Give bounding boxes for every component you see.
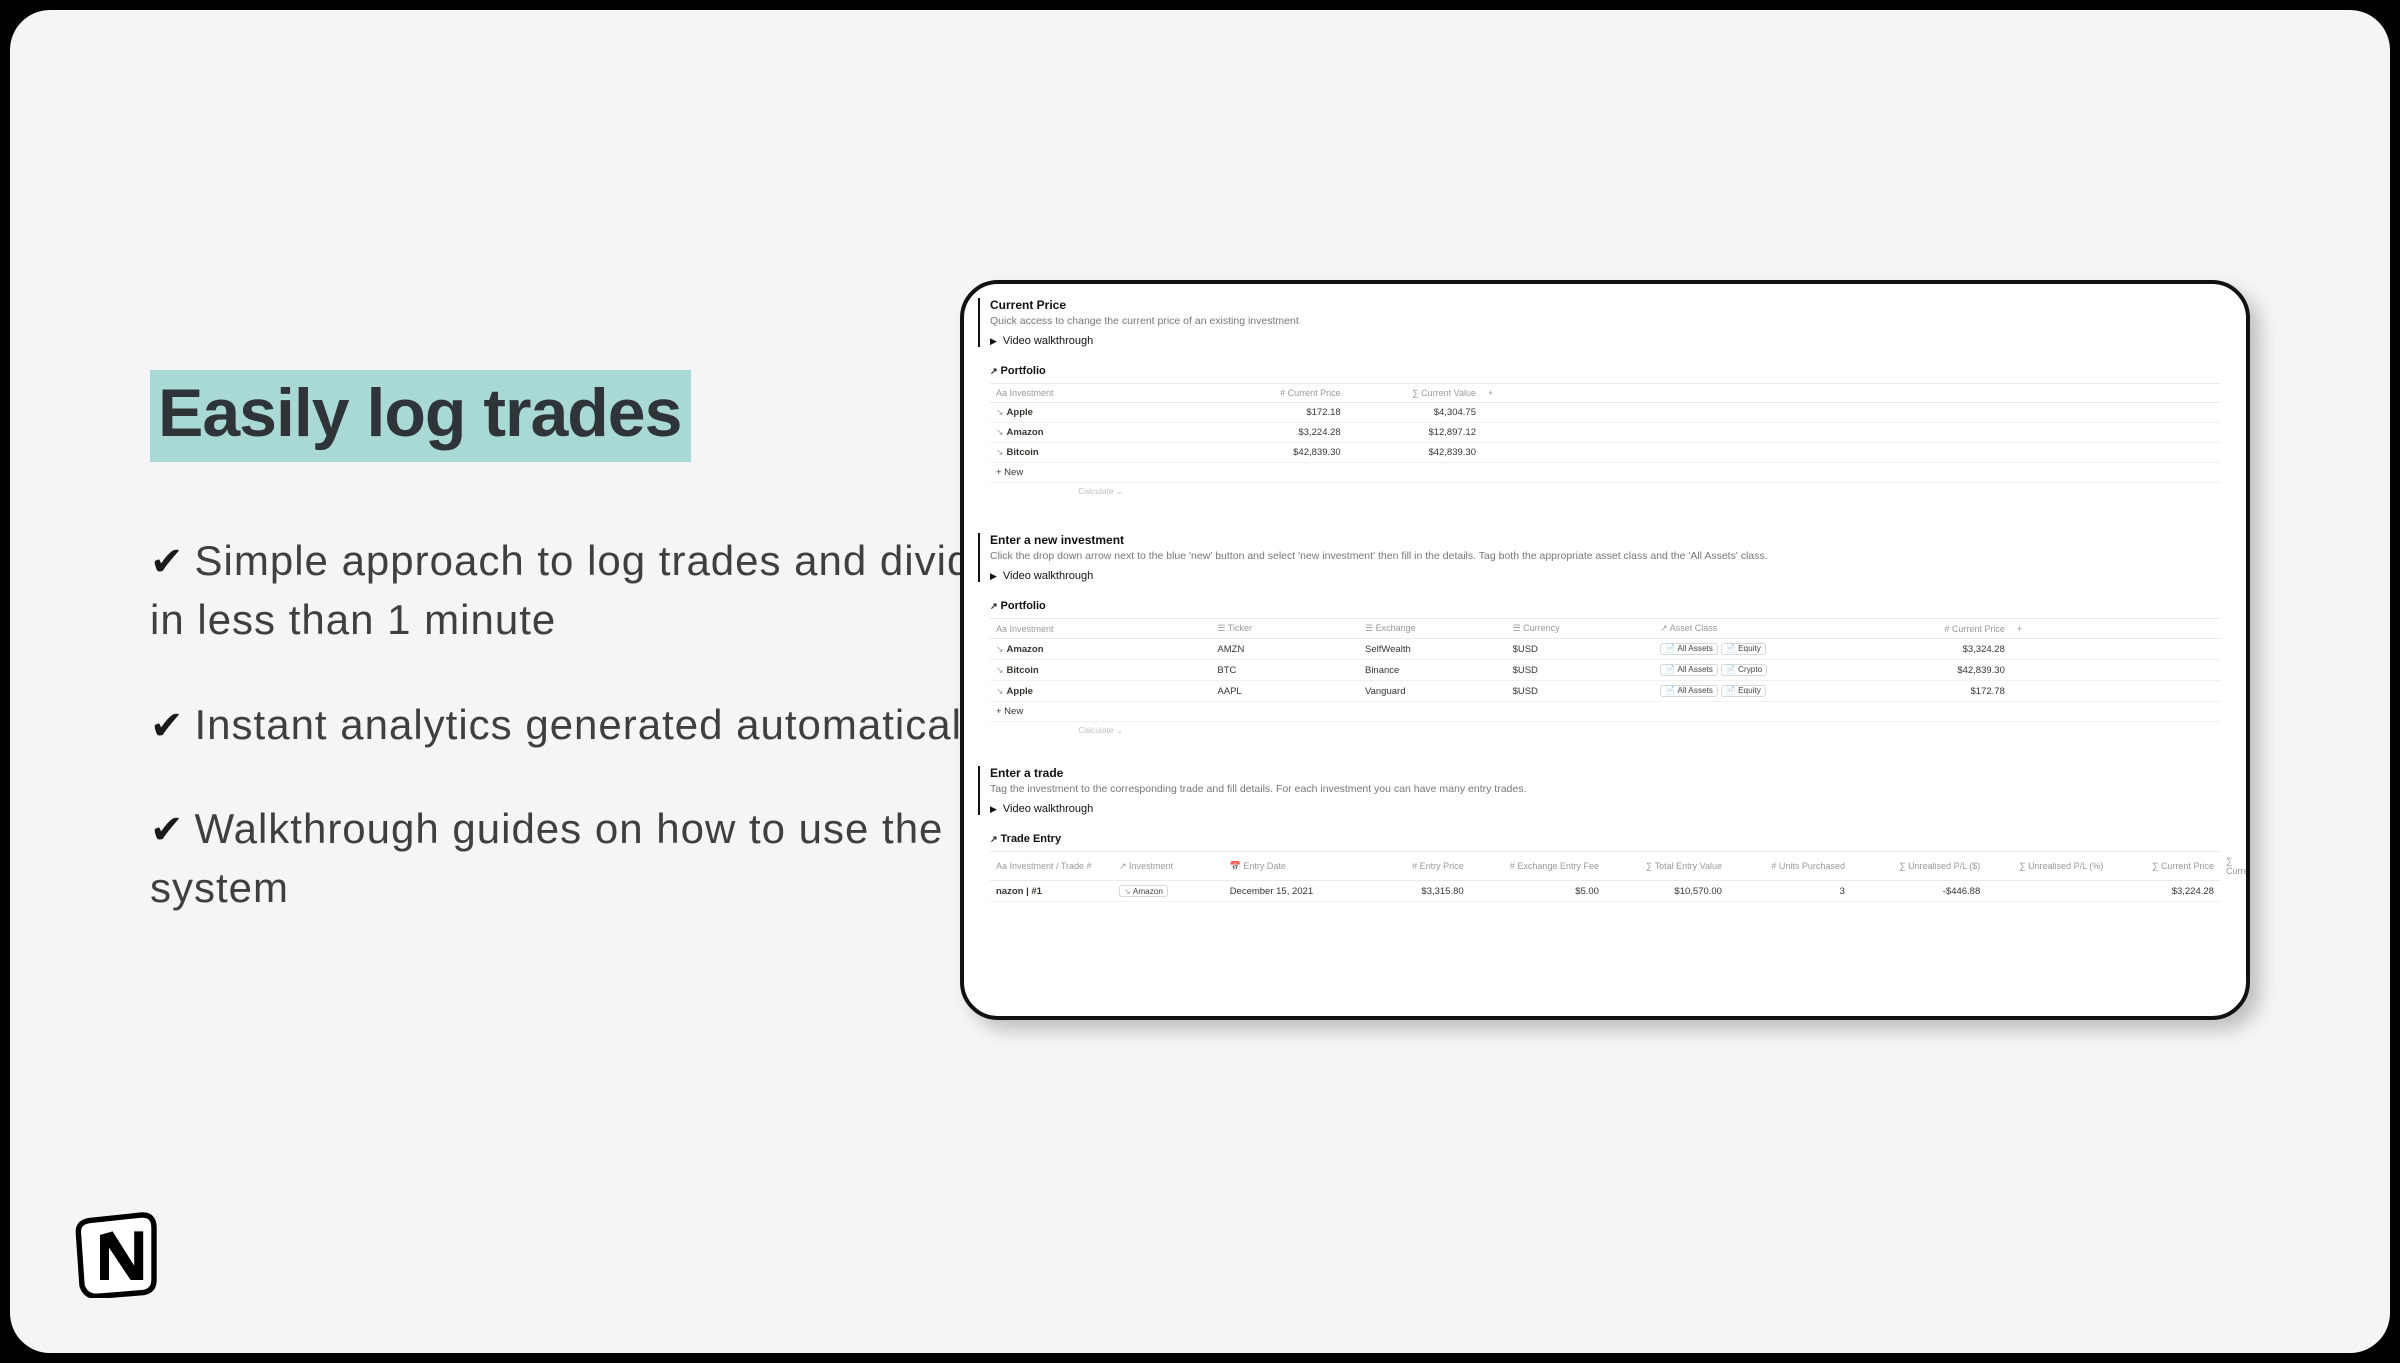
col-units[interactable]: # Units Purchased <box>1728 852 1851 881</box>
trade-entry-table: Aa Investment / Trade # ↗ Investment 📅 E… <box>990 851 2220 902</box>
col-current-value[interactable]: ∑ Current Value <box>1347 384 1482 403</box>
link-icon: ↗ <box>990 601 998 611</box>
col-exchange[interactable]: ☰ Exchange <box>1359 619 1507 639</box>
bullet-1: ✔Simple approach to log trades and divid… <box>150 532 1072 650</box>
check-icon: ✔ <box>150 802 185 858</box>
chevron-right-icon: ▶ <box>990 336 997 347</box>
col-upl-pct[interactable]: ∑ Unrealised P/L (%) <box>1986 852 2109 881</box>
db-title-text: Trade Entry <box>1001 833 1062 845</box>
slide: Easily log trades ✔Simple approach to lo… <box>10 10 2390 1353</box>
table-row[interactable]: nazon | #1 ↘Amazon December 15, 2021 $3,… <box>990 881 2220 902</box>
portfolio-table-2: Aa Investment ☰ Ticker ☰ Exchange ☰ Curr… <box>990 618 2220 722</box>
section-subtitle: Tag the investment to the corresponding … <box>990 783 2220 795</box>
check-icon: ✔ <box>150 534 185 590</box>
table-row[interactable]: ↘Bitcoin$42,839.30$42,839.30 <box>990 443 2220 463</box>
bullet-3: ✔Walkthrough guides on how to use the sy… <box>150 800 1072 918</box>
col-exchange-fee[interactable]: # Exchange Entry Fee <box>1470 852 1605 881</box>
table-row[interactable]: ↘Bitcoin BTC Binance $USD 📄All Assets📄Cr… <box>990 660 2220 681</box>
col-total-entry[interactable]: ∑ Total Entry Value <box>1605 852 1728 881</box>
table-row[interactable]: ↘Apple$172.18$4,304.75 <box>990 403 2220 423</box>
new-row[interactable]: + New <box>990 463 1211 483</box>
section-subtitle: Click the drop down arrow next to the bl… <box>990 550 2220 562</box>
video-link-text: Video walkthrough <box>1003 570 1093 582</box>
col-ticker[interactable]: ☰ Ticker <box>1211 619 1359 639</box>
chevron-right-icon: ▶ <box>990 804 997 815</box>
db-header-portfolio-1[interactable]: ↗Portfolio <box>990 365 2220 377</box>
page-icon: ↘ <box>996 686 1004 696</box>
chevron-right-icon: ▶ <box>990 571 997 582</box>
section-enter-investment: Enter a new investment Click the drop do… <box>978 533 2220 582</box>
section-title: Current Price <box>990 298 2220 312</box>
table-row[interactable]: ↘Amazon$3,224.28$12,897.12 <box>990 423 2220 443</box>
section-enter-trade: Enter a trade Tag the investment to the … <box>978 766 2220 815</box>
col-entry-date[interactable]: 📅 Entry Date <box>1224 852 1359 881</box>
col-trade-num[interactable]: Aa Investment / Trade # <box>990 852 1113 881</box>
link-icon: ↗ <box>990 834 998 844</box>
notion-logo <box>70 1208 166 1303</box>
link-icon: ↗ <box>990 366 998 376</box>
check-icon: ✔ <box>150 698 185 754</box>
bullet-list: ✔Simple approach to log trades and divid… <box>150 532 1072 918</box>
section-current-price: Current Price Quick access to change the… <box>978 298 2220 347</box>
notion-window: Current Price Quick access to change the… <box>960 280 2250 1020</box>
video-walkthrough-toggle[interactable]: ▶ Video walkthrough <box>990 803 2220 815</box>
bullet-3-text: Walkthrough guides on how to use the sys… <box>150 805 943 911</box>
add-column[interactable]: + <box>1482 384 2220 403</box>
new-row[interactable]: + New <box>990 702 1211 722</box>
col-entry-price[interactable]: # Entry Price <box>1359 852 1470 881</box>
col-current-price[interactable]: ∑ Current Price <box>2109 852 2220 881</box>
section-title: Enter a trade <box>990 766 2220 780</box>
col-current-price[interactable]: # Current Price <box>1211 384 1346 403</box>
video-link-text: Video walkthrough <box>1003 335 1093 347</box>
page-icon: ↘ <box>996 447 1004 457</box>
add-column[interactable]: + <box>2011 619 2220 639</box>
col-investment[interactable]: Aa Investment <box>990 384 1211 403</box>
section-title: Enter a new investment <box>990 533 2220 547</box>
calculate-dropdown[interactable]: Calculate ⌄ <box>990 722 1211 736</box>
col-investment[interactable]: ↗ Investment <box>1113 852 1224 881</box>
table-row[interactable]: ↘Apple AAPL Vanguard $USD 📄All Assets📄Eq… <box>990 681 2220 702</box>
col-currency[interactable]: ☰ Currency <box>1507 619 1655 639</box>
notion-logo-icon <box>70 1208 166 1298</box>
calculate-dropdown[interactable]: Calculate ⌄ <box>990 483 1211 497</box>
page-icon: ↘ <box>996 407 1004 417</box>
video-walkthrough-toggle[interactable]: ▶ Video walkthrough <box>990 335 2220 347</box>
video-link-text: Video walkthrough <box>1003 803 1093 815</box>
col-asset-class[interactable]: ↗ Asset Class <box>1654 619 1863 639</box>
portfolio-table-1: Aa Investment # Current Price ∑ Current … <box>990 383 2220 483</box>
bullet-2-text: Instant analytics generated automaticall… <box>195 701 995 748</box>
db-title-text: Portfolio <box>1001 600 1046 612</box>
col-upl-dollar[interactable]: ∑ Unrealised P/L ($) <box>1851 852 1986 881</box>
page-icon: ↘ <box>996 427 1004 437</box>
page-icon: ↘ <box>996 665 1004 675</box>
bullet-2: ✔Instant analytics generated automatical… <box>150 696 1072 755</box>
db-header-trade-entry[interactable]: ↗Trade Entry <box>990 833 2220 845</box>
col-current-price[interactable]: # Current Price <box>1863 619 2011 639</box>
heading-highlight: Easily log trades <box>150 370 691 462</box>
db-header-portfolio-2[interactable]: ↗Portfolio <box>990 600 2220 612</box>
video-walkthrough-toggle[interactable]: ▶ Video walkthrough <box>990 570 2220 582</box>
col-investment[interactable]: Aa Investment <box>990 619 1211 639</box>
db-title-text: Portfolio <box>1001 365 1046 377</box>
section-subtitle: Quick access to change the current price… <box>990 315 2220 327</box>
page-icon: ↘ <box>996 644 1004 654</box>
slide-heading: Easily log trades <box>158 374 681 452</box>
table-row[interactable]: ↘Amazon AMZN SelfWealth $USD 📄All Assets… <box>990 639 2220 660</box>
bullet-1-text: Simple approach to log trades and divide… <box>150 537 1066 643</box>
